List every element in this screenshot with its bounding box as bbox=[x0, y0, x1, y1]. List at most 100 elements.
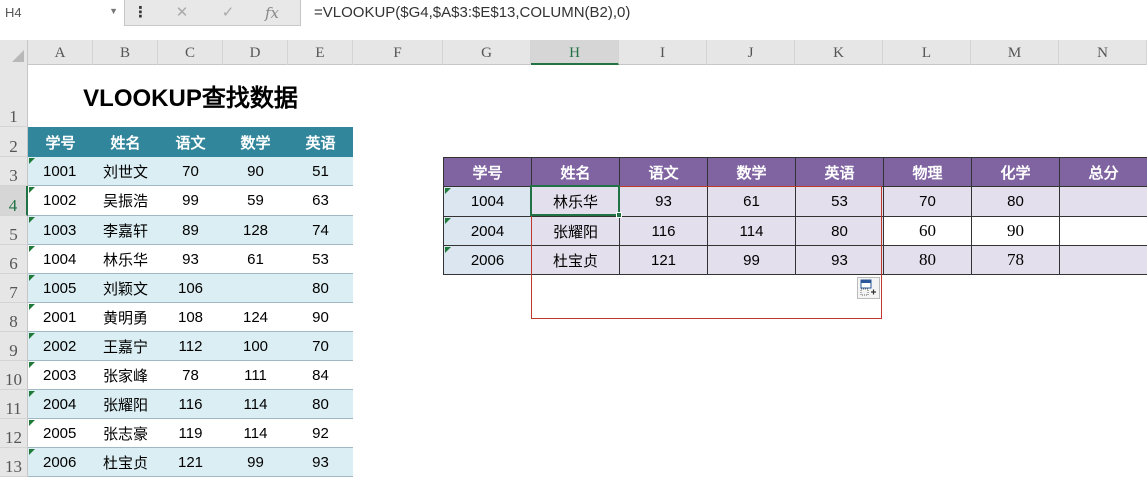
left-table-cell[interactable]: 70 bbox=[158, 157, 223, 186]
left-table-cell[interactable]: 2005 bbox=[28, 419, 93, 448]
right-header-cell[interactable]: 物理 bbox=[883, 157, 972, 187]
column-header-m[interactable]: M bbox=[971, 40, 1059, 65]
left-table-cell[interactable]: 61 bbox=[223, 245, 288, 274]
left-table-cell[interactable]: 90 bbox=[223, 157, 288, 186]
left-table-cell[interactable]: 李嘉轩 bbox=[93, 216, 158, 245]
left-header-cell[interactable]: 英语 bbox=[288, 127, 353, 157]
right-table-cell[interactable]: 121 bbox=[619, 245, 708, 275]
left-table-cell[interactable]: 张耀阳 bbox=[93, 390, 158, 419]
left-table-cell[interactable]: 刘颖文 bbox=[93, 274, 158, 303]
right-table-cell[interactable]: 61 bbox=[707, 186, 796, 217]
left-table-cell[interactable]: 112 bbox=[158, 332, 223, 361]
left-table-cell[interactable]: 51 bbox=[288, 157, 353, 186]
right-table-cell[interactable]: 80 bbox=[795, 216, 884, 246]
row-header-9[interactable]: 9 bbox=[0, 332, 28, 361]
column-header-c[interactable]: C bbox=[158, 40, 223, 65]
left-table-cell[interactable]: 吴振浩 bbox=[93, 186, 158, 216]
row-header-6[interactable]: 6 bbox=[0, 245, 28, 274]
left-table-cell[interactable]: 1005 bbox=[28, 274, 93, 303]
insert-function-icon[interactable]: fx bbox=[261, 2, 283, 24]
right-table-cell[interactable]: 53 bbox=[795, 186, 884, 217]
row-header-8[interactable]: 8 bbox=[0, 303, 28, 332]
left-header-cell[interactable]: 姓名 bbox=[93, 127, 158, 157]
left-table-cell[interactable]: 2001 bbox=[28, 303, 93, 332]
right-table-cell[interactable]: 93 bbox=[795, 245, 884, 275]
right-table-cell[interactable]: 2004 bbox=[443, 216, 532, 246]
row-header-3[interactable]: 3 bbox=[0, 157, 28, 186]
right-table-cell[interactable]: 80 bbox=[971, 186, 1060, 217]
right-table-cell[interactable]: 114 bbox=[707, 216, 796, 246]
row-header-7[interactable]: 7 bbox=[0, 274, 28, 303]
right-table-cell[interactable]: 杜宝贞 bbox=[531, 245, 620, 275]
left-table-cell[interactable]: 93 bbox=[288, 448, 353, 477]
row-header-13[interactable]: 13 bbox=[0, 448, 28, 477]
column-header-j[interactable]: J bbox=[707, 40, 795, 65]
left-table-cell[interactable]: 59 bbox=[223, 186, 288, 216]
left-table-cell[interactable]: 99 bbox=[158, 186, 223, 216]
column-header-a[interactable]: A bbox=[28, 40, 93, 65]
left-table-cell[interactable]: 70 bbox=[288, 332, 353, 361]
right-table-cell[interactable]: 张耀阳 bbox=[531, 216, 620, 246]
left-table-cell[interactable]: 78 bbox=[158, 361, 223, 390]
right-table-cell[interactable]: 80 bbox=[883, 245, 972, 275]
left-header-cell[interactable]: 数学 bbox=[223, 127, 288, 157]
left-table-cell[interactable]: 1004 bbox=[28, 245, 93, 274]
chevron-down-icon[interactable]: ▼ bbox=[109, 6, 118, 16]
left-table-cell[interactable]: 林乐华 bbox=[93, 245, 158, 274]
right-header-cell[interactable]: 化学 bbox=[971, 157, 1060, 187]
left-table-cell[interactable]: 2002 bbox=[28, 332, 93, 361]
left-table-cell[interactable]: 100 bbox=[223, 332, 288, 361]
column-header-d[interactable]: D bbox=[223, 40, 288, 65]
column-header-l[interactable]: L bbox=[883, 40, 971, 65]
left-table-cell[interactable]: 93 bbox=[158, 245, 223, 274]
right-table-cell[interactable]: 1004 bbox=[443, 186, 532, 217]
left-table-cell[interactable]: 1002 bbox=[28, 186, 93, 216]
right-table-cell[interactable]: 99 bbox=[707, 245, 796, 275]
left-table-cell[interactable]: 2004 bbox=[28, 390, 93, 419]
left-table-cell[interactable]: 108 bbox=[158, 303, 223, 332]
right-table-cell[interactable]: 78 bbox=[971, 245, 1060, 275]
right-table-cell[interactable]: 116 bbox=[619, 216, 708, 246]
left-header-cell[interactable]: 语文 bbox=[158, 127, 223, 157]
left-table-cell[interactable]: 王嘉宁 bbox=[93, 332, 158, 361]
formula-input[interactable]: =VLOOKUP($G4,$A$3:$E$13,COLUMN(B2),0) bbox=[300, 0, 1147, 26]
column-header-g[interactable]: G bbox=[443, 40, 531, 65]
left-table-cell[interactable]: 99 bbox=[223, 448, 288, 477]
right-header-cell[interactable]: 学号 bbox=[443, 157, 532, 187]
right-table-cell[interactable]: 林乐华 bbox=[531, 186, 620, 217]
right-table-cell[interactable]: 90 bbox=[971, 216, 1060, 246]
left-table-cell[interactable]: 119 bbox=[158, 419, 223, 448]
right-table-cell[interactable]: 70 bbox=[883, 186, 972, 217]
column-header-h[interactable]: H bbox=[531, 40, 619, 65]
row-header-10[interactable]: 10 bbox=[0, 361, 28, 390]
name-box[interactable]: H4 ▼ bbox=[0, 0, 125, 26]
right-table-cell[interactable] bbox=[1059, 216, 1147, 246]
select-all-button[interactable] bbox=[0, 40, 28, 65]
left-table-cell[interactable]: 张志豪 bbox=[93, 419, 158, 448]
left-table-cell[interactable]: 1003 bbox=[28, 216, 93, 245]
right-header-cell[interactable]: 数学 bbox=[707, 157, 796, 187]
right-header-cell[interactable]: 姓名 bbox=[531, 157, 620, 187]
more-options-icon[interactable]: ⋮ bbox=[133, 3, 148, 23]
row-header-11[interactable]: 11 bbox=[0, 390, 28, 419]
left-table-cell[interactable]: 53 bbox=[288, 245, 353, 274]
left-table-cell[interactable]: 90 bbox=[288, 303, 353, 332]
left-table-cell[interactable]: 刘世文 bbox=[93, 157, 158, 186]
column-header-k[interactable]: K bbox=[795, 40, 883, 65]
column-header-i[interactable]: I bbox=[619, 40, 707, 65]
row-header-5[interactable]: 5 bbox=[0, 216, 28, 245]
left-table-cell[interactable]: 114 bbox=[223, 419, 288, 448]
right-table-cell[interactable]: 93 bbox=[619, 186, 708, 217]
column-header-f[interactable]: F bbox=[353, 40, 443, 65]
right-table-cell[interactable] bbox=[1059, 186, 1147, 217]
right-table-cell[interactable] bbox=[1059, 245, 1147, 275]
left-table-cell[interactable] bbox=[223, 274, 288, 303]
left-table-cell[interactable]: 80 bbox=[288, 274, 353, 303]
right-header-cell[interactable]: 总分 bbox=[1059, 157, 1147, 187]
column-header-e[interactable]: E bbox=[288, 40, 353, 65]
left-table-cell[interactable]: 2003 bbox=[28, 361, 93, 390]
left-header-cell[interactable]: 学号 bbox=[28, 127, 93, 157]
left-table-cell[interactable]: 84 bbox=[288, 361, 353, 390]
column-header-b[interactable]: B bbox=[93, 40, 158, 65]
paste-options-button[interactable] bbox=[857, 277, 880, 299]
